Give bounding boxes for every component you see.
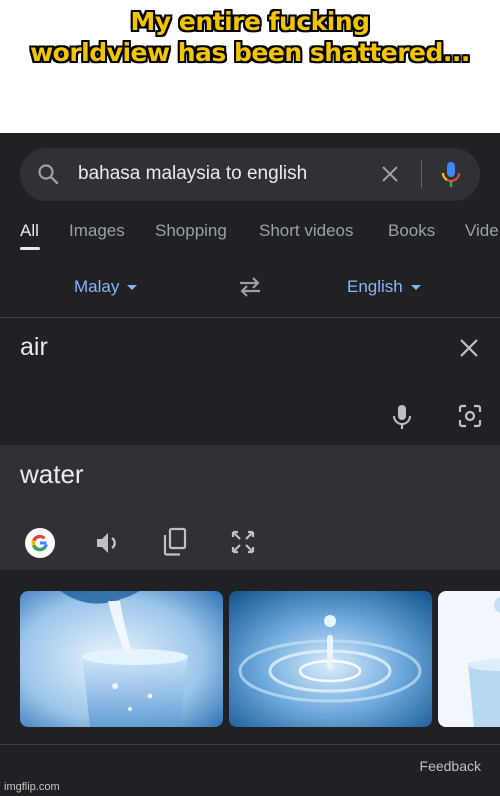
tab-images[interactable]: Images xyxy=(69,221,125,241)
microphone-icon[interactable] xyxy=(440,160,462,195)
imgflip-watermark: imgflip.com xyxy=(4,781,60,793)
image-glass-of-water-partial[interactable] xyxy=(438,591,500,727)
meme-caption: My entire fucking worldview has been sha… xyxy=(0,6,500,68)
search-input[interactable]: bahasa malaysia to english xyxy=(78,163,307,185)
divider xyxy=(0,317,500,318)
copy-icon[interactable] xyxy=(162,527,188,562)
source-language-dropdown[interactable]: Malay xyxy=(74,277,138,297)
search-icon[interactable] xyxy=(37,163,59,190)
image-results-strip xyxy=(0,591,500,727)
source-text-input[interactable]: air xyxy=(20,333,48,362)
active-tab-indicator xyxy=(20,247,40,250)
swap-icon[interactable] xyxy=(236,275,264,304)
tab-videos[interactable]: Vide xyxy=(465,221,499,241)
clear-icon[interactable] xyxy=(380,164,400,189)
translated-text: water xyxy=(20,459,84,489)
chevron-down-icon xyxy=(410,285,421,291)
speaker-icon[interactable] xyxy=(94,530,122,561)
source-language-label: Malay xyxy=(74,277,120,296)
tab-all[interactable]: All xyxy=(20,221,39,241)
language-selector-row: Malay English xyxy=(0,273,500,303)
search-bar[interactable]: bahasa malaysia to english xyxy=(20,148,480,201)
camera-icon[interactable] xyxy=(457,403,483,434)
google-icon[interactable] xyxy=(24,527,56,564)
target-language-label: English xyxy=(347,277,403,296)
tab-books[interactable]: Books xyxy=(388,221,435,241)
microphone-icon[interactable] xyxy=(391,403,413,436)
translation-result: water xyxy=(0,445,500,570)
tab-short-videos[interactable]: Short videos xyxy=(259,221,354,241)
image-water-pouring-into-glass[interactable] xyxy=(20,591,223,727)
search-divider xyxy=(421,160,422,189)
target-language-dropdown[interactable]: English xyxy=(347,277,421,297)
caption-line-2: worldview has been shattered... xyxy=(30,38,470,67)
divider xyxy=(0,744,500,745)
google-search-screenshot: bahasa malaysia to english All Images Sh… xyxy=(0,133,500,796)
close-icon[interactable] xyxy=(458,337,480,364)
chevron-down-icon xyxy=(127,285,138,291)
tab-shopping[interactable]: Shopping xyxy=(155,221,227,241)
search-tabs: All Images Shopping Short videos Books V… xyxy=(0,221,500,251)
image-water-droplet-splash[interactable] xyxy=(229,591,432,727)
caption-line-1: My entire fucking xyxy=(130,7,370,36)
feedback-link[interactable]: Feedback xyxy=(420,758,481,774)
fullscreen-icon[interactable] xyxy=(230,529,256,560)
